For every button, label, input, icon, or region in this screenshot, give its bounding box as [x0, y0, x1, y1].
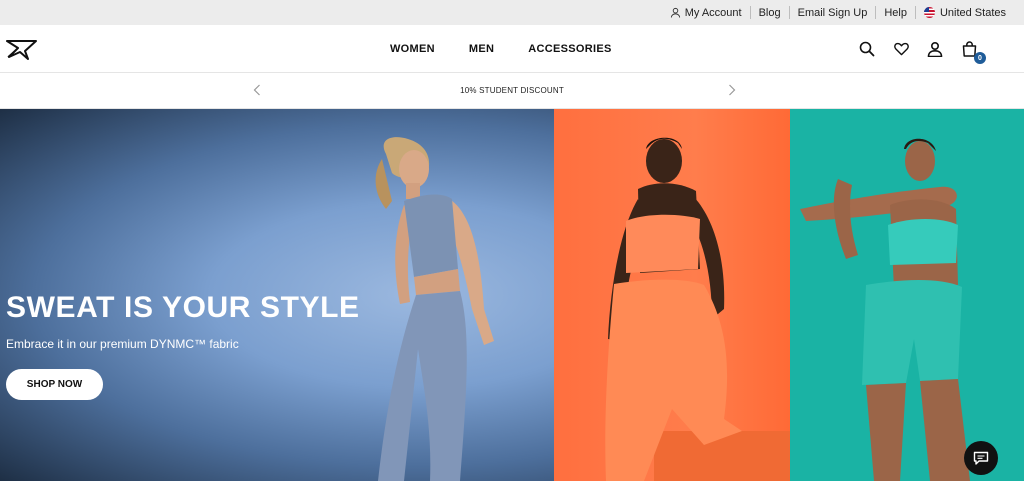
search-button[interactable] — [858, 40, 876, 58]
hero-image-blue: SWEAT IS YOUR STYLE Embrace it in our pr… — [0, 109, 554, 481]
region-selector[interactable]: United States — [914, 6, 1014, 19]
hero-subtitle: Embrace it in our premium DYNMC™ fabric — [6, 337, 239, 351]
main-nav: WOMEN MEN ACCESSORIES — [390, 25, 612, 73]
promo-text[interactable]: 10% STUDENT DISCOUNT — [460, 86, 564, 95]
gymshark-logo-icon[interactable] — [6, 37, 38, 61]
chevron-left-icon — [253, 84, 260, 96]
hero-title: SWEAT IS YOUR STYLE — [6, 291, 360, 324]
chevron-right-icon — [729, 84, 736, 96]
user-icon — [670, 7, 680, 18]
bag-button[interactable]: 0 — [960, 40, 986, 64]
chat-button[interactable] — [964, 441, 998, 475]
nav-accessories[interactable]: ACCESSORIES — [528, 43, 611, 55]
header-icons: 0 — [858, 25, 986, 73]
search-icon — [859, 41, 875, 57]
my-account-label: My Account — [684, 6, 742, 19]
region-label: United States — [939, 6, 1006, 19]
chat-icon — [973, 451, 989, 465]
shop-now-button[interactable]: SHOP NOW — [6, 369, 103, 400]
promo-next-button[interactable] — [725, 83, 739, 97]
promo-bar: 10% STUDENT DISCOUNT — [0, 73, 1024, 109]
hero-banner[interactable]: SWEAT IS YOUR STYLE Embrace it in our pr… — [0, 109, 1024, 481]
model-figure-orange — [605, 137, 790, 481]
hero-image-teal — [790, 109, 1024, 481]
site-header: WOMEN MEN ACCESSORIES 0 — [0, 25, 1024, 73]
nav-men[interactable]: MEN — [469, 43, 494, 55]
model-figure-teal — [800, 138, 970, 481]
utility-bar: My Account Blog Email Sign Up Help Unite… — [0, 0, 1024, 25]
nav-women[interactable]: WOMEN — [390, 43, 435, 55]
blog-label: Blog — [758, 6, 781, 19]
promo-prev-button[interactable] — [250, 83, 264, 97]
bag-count-badge: 0 — [974, 52, 986, 64]
help-link[interactable]: Help — [875, 6, 915, 19]
email-signup-label: Email Sign Up — [797, 6, 868, 19]
account-button[interactable] — [926, 40, 944, 58]
wishlist-button[interactable] — [892, 40, 910, 58]
heart-icon — [893, 42, 909, 56]
hero-image-orange — [554, 109, 790, 481]
email-signup-link[interactable]: Email Sign Up — [788, 6, 876, 19]
hero-text-block: SWEAT IS YOUR STYLE Embrace it in our pr… — [6, 291, 360, 351]
help-label: Help — [884, 6, 907, 19]
us-flag-icon — [923, 7, 935, 18]
my-account-link[interactable]: My Account — [662, 6, 750, 19]
user-icon — [927, 41, 943, 57]
blog-link[interactable]: Blog — [749, 6, 789, 19]
